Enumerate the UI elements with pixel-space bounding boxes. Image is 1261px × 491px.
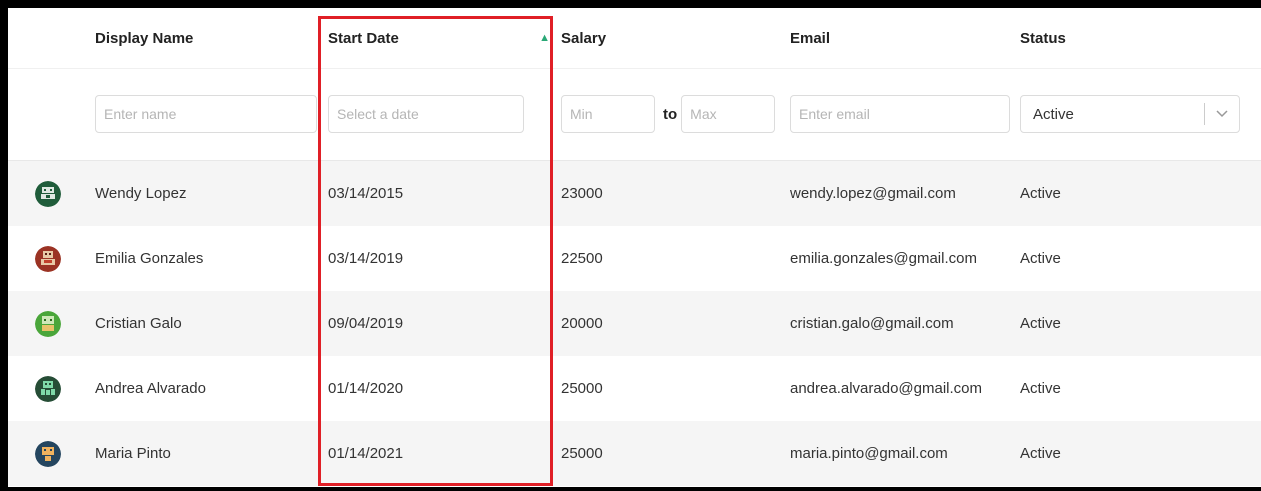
header-email[interactable]: Email <box>790 8 1018 68</box>
pixel-avatar-icon <box>35 440 61 467</box>
filter-date-cell <box>328 68 554 160</box>
pixel-avatar-icon <box>35 245 61 272</box>
name-filter-input[interactable] <box>95 95 317 133</box>
cell-email: andrea.alvarado@gmail.com <box>790 380 982 397</box>
cell-status: Active <box>1020 315 1061 332</box>
cell-display-name: Wendy Lopez <box>95 185 187 202</box>
table-header-row: Display Name Start Date ▲ Salary Email S… <box>8 8 1261 69</box>
header-salary[interactable]: Salary <box>557 8 787 68</box>
avatar-cell <box>8 421 88 486</box>
pixel-avatar-icon <box>35 375 61 402</box>
cell-salary: 22500 <box>561 250 603 267</box>
cell-start-date: 01/14/2020 <box>328 380 404 397</box>
table-row[interactable]: Maria Pinto 01/14/2021 25000 maria.pinto… <box>8 421 1261 486</box>
cell-start-date: 03/14/2019 <box>328 250 404 267</box>
cell-display-name: Emilia Gonzales <box>95 250 204 267</box>
header-status[interactable]: Status <box>1020 8 1261 68</box>
salary-range-to-label: to <box>663 105 678 123</box>
cell-status: Active <box>1020 185 1061 202</box>
cell-email: emilia.gonzales@gmail.com <box>790 250 977 267</box>
cell-email: cristian.galo@gmail.com <box>790 315 954 332</box>
pixel-avatar-icon <box>35 180 61 207</box>
cell-email: maria.pinto@gmail.com <box>790 445 948 462</box>
filter-email-cell <box>790 68 1018 160</box>
cell-start-date: 01/14/2021 <box>328 445 404 462</box>
avatar-cell <box>8 226 88 291</box>
table-row[interactable]: Andrea Alvarado 01/14/2020 25000 andrea.… <box>8 356 1261 421</box>
filter-avatar-cell <box>8 68 88 160</box>
table-filter-row: to Active <box>8 68 1261 161</box>
filter-status-cell: Active <box>1020 68 1261 160</box>
status-filter-select[interactable]: Active <box>1020 95 1240 133</box>
email-filter-input[interactable] <box>790 95 1010 133</box>
status-filter-value: Active <box>1033 105 1074 123</box>
avatar-cell <box>8 356 88 421</box>
cell-salary: 25000 <box>561 445 603 462</box>
header-display-name[interactable]: Display Name <box>95 8 325 68</box>
date-filter-input[interactable] <box>328 95 524 133</box>
status-filter-indicator[interactable] <box>1204 96 1239 132</box>
cell-email: wendy.lopez@gmail.com <box>790 185 956 202</box>
cell-salary: 25000 <box>561 380 603 397</box>
cell-start-date: 09/04/2019 <box>328 315 404 332</box>
salary-max-input[interactable] <box>681 95 776 133</box>
filter-salary-cell: to <box>557 68 787 160</box>
chevron-down-icon <box>1205 110 1239 118</box>
header-start-date[interactable]: Start Date ▲ <box>328 8 554 68</box>
salary-min-input[interactable] <box>561 95 655 133</box>
cell-salary: 20000 <box>561 315 603 332</box>
cell-salary: 23000 <box>561 185 603 202</box>
employee-table: Display Name Start Date ▲ Salary Email S… <box>8 8 1261 487</box>
avatar-cell <box>8 161 88 226</box>
table-row[interactable]: Emilia Gonzales 03/14/2019 22500 emilia.… <box>8 226 1261 291</box>
header-avatar-cell <box>8 8 88 68</box>
cell-status: Active <box>1020 250 1061 267</box>
table-row[interactable]: Cristian Galo 09/04/2019 20000 cristian.… <box>8 291 1261 356</box>
avatar-cell <box>8 291 88 356</box>
cell-display-name: Maria Pinto <box>95 445 171 462</box>
filter-name-cell <box>95 68 325 160</box>
sort-ascending-icon: ▲ <box>539 32 550 44</box>
table-row[interactable]: Wendy Lopez 03/14/2015 23000 wendy.lopez… <box>8 161 1261 226</box>
cell-status: Active <box>1020 380 1061 397</box>
header-start-date-label: Start Date <box>328 29 399 47</box>
cell-display-name: Andrea Alvarado <box>95 380 206 397</box>
cell-display-name: Cristian Galo <box>95 315 182 332</box>
pixel-avatar-icon <box>35 310 61 337</box>
cell-status: Active <box>1020 445 1061 462</box>
cell-start-date: 03/14/2015 <box>328 185 404 202</box>
